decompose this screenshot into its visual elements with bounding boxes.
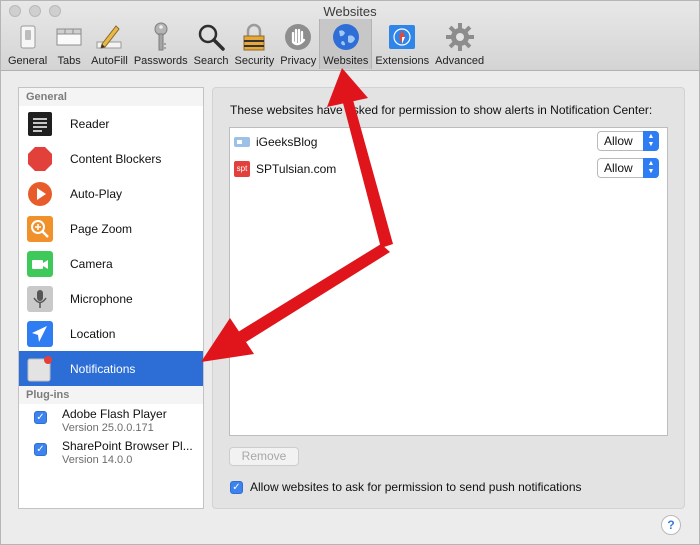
camera-icon [27,250,53,277]
sidebar-item-content-blockers[interactable]: Content Blockers [19,141,203,176]
sidebar-item-location[interactable]: Location [19,316,203,351]
preferences-toolbar: General Tabs AutoFill Passwords Search S… [5,19,487,69]
sidebar-item-label: Notifications [70,361,136,376]
padlock-icon [238,21,270,53]
toolbar-extensions[interactable]: Extensions [372,19,432,69]
key-icon [145,21,177,53]
tabs-icon [53,21,85,53]
sidebar-item-label: Microphone [70,291,133,306]
hand-icon [282,21,314,53]
plugin-version: Version 14.0.0 [62,454,133,466]
sidebar-item-label: Page Zoom [70,221,133,236]
toolbar-websites[interactable]: Websites [319,19,373,69]
remove-button[interactable]: Remove [229,447,299,466]
sidebar-item-reader[interactable]: Reader [19,106,203,141]
microphone-icon [27,285,53,312]
zoom-icon [27,215,53,242]
plugin-name: SharePoint Browser Pl... [62,439,193,453]
toolbar-label: Tabs [57,55,81,67]
toolbar-label: Extensions [375,55,430,67]
toolbar-search[interactable]: Search [191,19,232,69]
plugin-item-flash[interactable]: ✓ Adobe Flash Player Version 25.0.0.171 [19,404,203,436]
toolbar-label: Websites [323,55,369,67]
sidebar-item-label: Camera [70,256,113,271]
site-name: iGeeksBlog [256,134,318,149]
sptulsian-favicon-icon: spt [234,160,250,177]
switch-icon [12,21,44,53]
list-item[interactable]: spt SPTulsian.com Allow ▲ ▼ [230,155,667,182]
section-header-plugins: Plug-ins [19,386,203,404]
toolbar-label: Privacy [280,55,317,67]
toolbar-autofill[interactable]: AutoFill [88,19,131,69]
reader-icon [27,111,53,137]
toolbar-label: AutoFill [91,55,128,67]
permission-select[interactable]: Allow ▲ ▼ [597,158,659,178]
plugin-checkbox[interactable]: ✓ [34,411,47,424]
toolbar-label: Passwords [133,55,188,67]
permission-value: Allow [604,134,633,148]
gear-icon [444,21,476,53]
stop-sign-icon [27,146,53,172]
sidebar-item-page-zoom[interactable]: Page Zoom [19,211,203,246]
pencil-icon [93,21,125,53]
stepper-arrows-icon: ▲ ▼ [643,131,659,151]
notifications-panel: These websites have asked for permission… [212,87,685,509]
stepper-arrows-icon: ▲ ▼ [643,158,659,178]
igeeksblog-favicon-icon [234,134,250,150]
magnifier-icon [195,21,227,53]
play-icon [27,181,53,207]
plugin-item-sharepoint[interactable]: ✓ SharePoint Browser Pl... Version 14.0.… [19,436,203,468]
toolbar-passwords[interactable]: Passwords [131,19,191,69]
globe-icon [330,21,362,53]
list-item[interactable]: iGeeksBlog Allow ▲ ▼ [230,128,667,155]
sidebar-item-label: Content Blockers [70,151,162,166]
help-button[interactable]: ? [661,515,681,535]
sidebar-item-label: Auto-Play [70,186,123,201]
title-bar: Websites General Tabs AutoFill Passwords… [1,1,699,71]
sidebar-item-label: Location [70,326,116,341]
plugin-checkbox[interactable]: ✓ [34,443,47,456]
sidebar-item-auto-play[interactable]: Auto-Play [19,176,203,211]
allow-push-label: Allow websites to ask for permission to … [250,480,582,494]
toolbar-tabs[interactable]: Tabs [50,19,88,69]
websites-sidebar: General Reader Content Blockers Auto-Pla… [18,87,204,509]
safari-preferences-window: Websites General Tabs AutoFill Passwords… [0,0,700,545]
notifications-icon [27,355,53,382]
plugin-version: Version 25.0.0.171 [62,422,154,434]
window-title: Websites [323,4,377,19]
toolbar-label: Security [234,55,275,67]
toolbar-label: Advanced [435,55,485,67]
plugin-name: Adobe Flash Player [62,407,167,421]
sidebar-item-notifications[interactable]: Notifications [19,351,203,386]
toolbar-label: General [8,55,48,67]
permission-value: Allow [604,161,633,175]
toolbar-advanced[interactable]: Advanced [432,19,487,69]
sidebar-item-camera[interactable]: Camera [19,246,203,281]
permission-select[interactable]: Allow ▲ ▼ [597,131,659,151]
websites-list[interactable]: iGeeksBlog Allow ▲ ▼ spt SPTulsian.com Al… [229,127,668,436]
panel-description: These websites have asked for permission… [230,103,653,117]
site-name: SPTulsian.com [256,161,337,176]
location-arrow-icon [27,320,53,347]
toolbar-label: Search [193,55,229,67]
toolbar-privacy[interactable]: Privacy [277,19,319,69]
puzzle-icon [386,21,418,53]
sidebar-item-label: Reader [70,116,110,131]
section-header-general: General [19,88,203,106]
allow-push-checkbox[interactable]: ✓ [230,480,243,494]
sidebar-item-microphone[interactable]: Microphone [19,281,203,316]
toolbar-general[interactable]: General [5,19,50,69]
allow-push-option[interactable]: ✓ Allow websites to ask for permission t… [230,480,582,494]
toolbar-security[interactable]: Security [231,19,277,69]
